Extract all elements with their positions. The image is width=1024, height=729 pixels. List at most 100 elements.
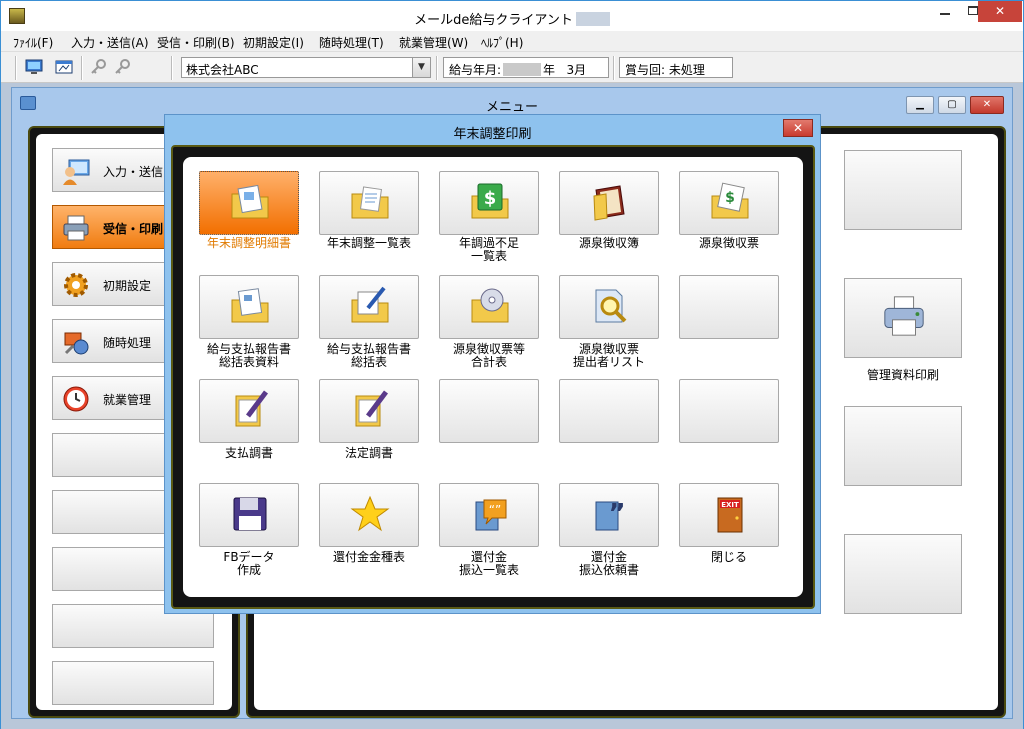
- close-button[interactable]: ✕: [978, 1, 1022, 22]
- key-icon[interactable]: [113, 59, 131, 75]
- tile-salary-report-summary[interactable]: [319, 275, 419, 339]
- money-paper-folder-icon: $: [711, 182, 749, 219]
- menu-help[interactable]: ﾍﾙﾌﾟ(H): [481, 34, 523, 51]
- document-search-icon: [595, 289, 627, 323]
- svg-text:”: ”: [608, 499, 625, 529]
- tile-label: 給与支払報告書 総括表資料: [206, 342, 291, 369]
- side-button-label: 初期設定: [103, 279, 152, 293]
- menu-window-title: メニュー: [485, 100, 538, 115]
- side-button-label: 随時処理: [103, 336, 152, 350]
- floppy-disk-icon: [233, 497, 267, 531]
- menu-work-management[interactable]: 就業管理(W): [399, 34, 468, 51]
- pay-month-month: 3月: [566, 63, 587, 77]
- tile-refund-transfer-request[interactable]: ”: [559, 483, 659, 547]
- tile-label: 閉じる: [710, 550, 747, 564]
- svg-text:“”: “”: [489, 503, 501, 517]
- tile-label: 支払調書: [224, 446, 273, 460]
- svg-text:EXIT: EXIT: [721, 501, 739, 509]
- tile-salary-report-summary-material[interactable]: [199, 275, 299, 339]
- chevron-down-icon[interactable]: ▼: [412, 58, 430, 77]
- monitor-icon[interactable]: [25, 59, 43, 75]
- company-select[interactable]: 株式会社ABC ▼: [181, 57, 431, 78]
- bonus-value: 未処理: [668, 63, 705, 77]
- content-button-empty[interactable]: [844, 534, 962, 614]
- folder-open-icon: [351, 186, 389, 219]
- printer-icon: [884, 296, 924, 336]
- printer-icon: [63, 215, 89, 241]
- money-folder-icon: $: [471, 183, 509, 219]
- tile-payment-record[interactable]: [199, 379, 299, 443]
- minimize-button[interactable]: [931, 1, 959, 22]
- tile-label: 源泉徴収票: [698, 236, 759, 250]
- title-bar: メールde給与クライアント ✕: [1, 1, 1023, 31]
- year-end-adjustment-dialog: 年末調整印刷 ✕ $ $ “” ” EXIT 年末調整明細書 年末調整一覧表 年…: [164, 114, 821, 614]
- exit-door-icon: EXIT: [717, 497, 743, 533]
- menu-file[interactable]: ﾌｧｲﾙ(F): [13, 34, 53, 51]
- tile-fb-data[interactable]: [199, 483, 299, 547]
- tile-year-end-list[interactable]: [319, 171, 419, 235]
- content-button-empty[interactable]: [844, 150, 962, 230]
- menu-window-close-button[interactable]: ✕: [970, 96, 1004, 114]
- tile-label: 源泉徴収簿: [578, 236, 639, 250]
- ledger-book-icon: [593, 185, 625, 221]
- tile-refund-transfer-list[interactable]: “”: [439, 483, 539, 547]
- side-button-empty[interactable]: [52, 661, 214, 705]
- toolbar: 株式会社ABC ▼ 給与年月: 年 3月 賞与回: 未処理: [1, 51, 1023, 83]
- app-title: メールde給与クライアント: [1, 9, 1023, 28]
- speech-bubble-icon: “”: [475, 499, 507, 531]
- tile-label: 源泉徴収票等 合計表: [452, 342, 525, 369]
- tile-empty[interactable]: [439, 379, 539, 443]
- menu-window-minimize-button[interactable]: ▁: [906, 96, 934, 114]
- pay-month-year-suffix: 年: [543, 63, 556, 77]
- svg-text:$: $: [484, 188, 497, 209]
- user-monitor-icon: [63, 159, 90, 185]
- gear-icon: [64, 273, 88, 297]
- side-button-label: 受信・印刷: [103, 222, 164, 236]
- tile-excess-deficiency-list[interactable]: $: [439, 171, 539, 235]
- side-button-label: 入力・送信: [103, 165, 164, 179]
- tile-empty[interactable]: [679, 275, 779, 339]
- menu-receive-print[interactable]: 受信・印刷(B): [157, 34, 235, 51]
- clipboard-pen-icon: [355, 390, 388, 427]
- tile-label: FBデータ 作成: [223, 550, 275, 577]
- menu-initial-settings[interactable]: 初期設定(I): [243, 34, 304, 51]
- clock-icon: [63, 386, 89, 412]
- tile-refund-denomination[interactable]: [319, 483, 419, 547]
- dialog-close-button[interactable]: ✕: [783, 119, 813, 137]
- key-icon[interactable]: [89, 59, 107, 75]
- dialog-title: 年末調整印刷: [453, 127, 532, 142]
- management-report-print-button[interactable]: [844, 278, 962, 358]
- tile-label: 法定調書: [344, 446, 393, 460]
- clipboard-pen-icon: [235, 390, 268, 427]
- dialog-frame: $ $ “” ” EXIT 年末調整明細書 年末調整一覧表 年調過不足 一覧表 …: [171, 145, 815, 609]
- tile-label: 還付金金種表: [332, 550, 405, 564]
- pay-month-label: 給与年月:: [449, 63, 502, 77]
- menu-anytime-process[interactable]: 随時処理(T): [319, 34, 384, 51]
- app-window: メールde給与クライアント ✕ ﾌｧｲﾙ(F) 入力・送信(A) 受信・印刷(B…: [0, 0, 1024, 729]
- tile-empty[interactable]: [679, 379, 779, 443]
- menu-input-send[interactable]: 入力・送信(A): [71, 34, 149, 51]
- quote-icon: ”: [595, 499, 626, 531]
- company-name: 株式会社ABC: [186, 63, 259, 77]
- tile-withholding-total-table[interactable]: [439, 275, 539, 339]
- management-report-print-label: 管理資料印刷: [866, 368, 939, 382]
- content-button-empty[interactable]: [844, 406, 962, 486]
- tile-statutory-record[interactable]: [319, 379, 419, 443]
- bonus-label: 賞与回:: [625, 63, 666, 77]
- star-icon: [350, 495, 390, 532]
- menu-bar: ﾌｧｲﾙ(F) 入力・送信(A) 受信・印刷(B) 初期設定(I) 随時処理(T…: [1, 31, 1023, 51]
- tile-withholding-ledger[interactable]: [559, 171, 659, 235]
- tools-icon: [64, 332, 89, 355]
- side-button-label: 就業管理: [103, 393, 152, 407]
- tile-empty[interactable]: [559, 379, 659, 443]
- tile-label: 還付金 振込一覧表: [458, 550, 519, 577]
- window-icon[interactable]: [55, 59, 73, 75]
- tile-close[interactable]: EXIT: [679, 483, 779, 547]
- folder-pen-icon: [351, 286, 389, 323]
- menu-window-maximize-button[interactable]: ▢: [938, 96, 966, 114]
- tile-withholding-submitter-list[interactable]: [559, 275, 659, 339]
- bonus-field: 賞与回: 未処理: [619, 57, 733, 78]
- folder-document-icon: [231, 184, 269, 219]
- tile-withholding-slip[interactable]: $: [679, 171, 779, 235]
- tile-year-end-detail[interactable]: [199, 171, 299, 235]
